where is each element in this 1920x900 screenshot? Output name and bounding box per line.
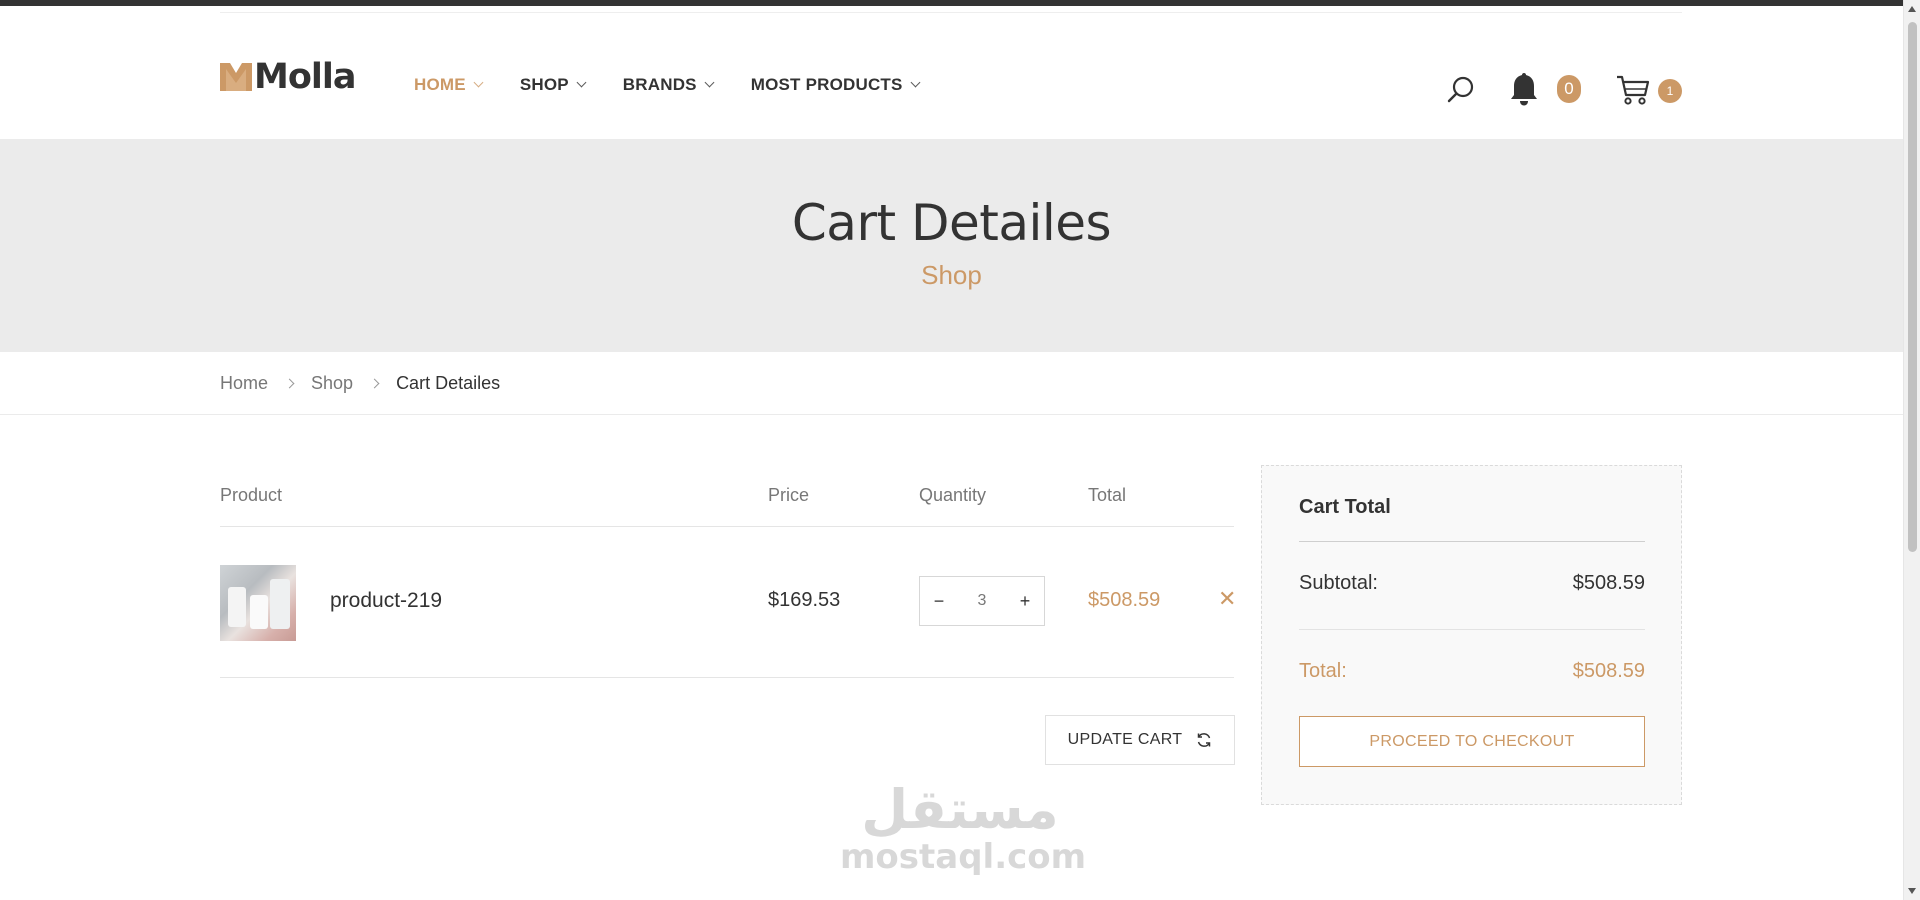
subtotal-value: $508.59 [1572, 572, 1645, 594]
cart-total-panel: Cart Total Subtotal: $508.59 Total: $508… [1261, 465, 1682, 805]
logo-link[interactable]: Molla [220, 57, 356, 97]
chevron-down-icon [910, 77, 921, 88]
column-header-product: Product [220, 485, 283, 505]
table-row: product-219 $169.53 − 3 + $508.59 ✕ [220, 527, 1236, 678]
logo-text: Molla [254, 57, 356, 97]
cart-icon[interactable] [1616, 74, 1650, 106]
logo-mark-icon [220, 63, 252, 91]
chevron-right-icon [369, 378, 380, 389]
remove-item-close-icon[interactable]: ✕ [1218, 587, 1236, 612]
nav-label: SHOP [519, 75, 569, 94]
main-nav: HOME SHOP BRANDS MOST PRODUCTS [414, 75, 957, 95]
nav-item-home[interactable]: HOME [414, 75, 484, 95]
page-title-banner: Cart Detailes Shop [0, 139, 1903, 352]
total-row: Total: $508.59 [1299, 660, 1645, 683]
row-total: $508.59 [1088, 589, 1161, 611]
breadcrumb-divider [0, 414, 1903, 415]
summary-divider [1299, 629, 1645, 630]
product-name-link[interactable]: product-219 [330, 589, 442, 613]
page-subtitle: Shop [921, 260, 982, 290]
watermark-arabic: مستقل [861, 778, 1059, 841]
site-header: Molla HOME SHOP BRANDS MOST PRODUCTS 0 1 [0, 13, 1903, 139]
breadcrumb-home[interactable]: Home [220, 373, 268, 394]
subtotal-row: Subtotal: $508.59 [1299, 572, 1645, 595]
breadcrumb: Home Shop Cart Detailes [220, 373, 500, 394]
search-icon[interactable] [1446, 75, 1476, 105]
nav-item-brands[interactable]: BRANDS [622, 75, 715, 95]
cart-total-title: Cart Total [1299, 496, 1391, 518]
page-scrollbar[interactable] [1903, 0, 1920, 900]
watermark-logo: مستقل mostaql.com [840, 778, 1087, 877]
chevron-down-icon [576, 77, 587, 88]
breadcrumb-shop[interactable]: Shop [311, 373, 353, 394]
update-cart-button[interactable]: UPDATE CART [1045, 715, 1235, 765]
scroll-thumb[interactable] [1908, 22, 1917, 552]
refresh-icon [1198, 733, 1211, 747]
nav-label: MOST PRODUCTS [750, 75, 903, 94]
column-header-price: Price [768, 485, 810, 505]
scroll-up-arrow-icon[interactable] [1908, 6, 1916, 12]
quantity-decrement-button[interactable]: − [932, 591, 946, 612]
chevron-down-icon [473, 77, 484, 88]
page-title: Cart Detailes [791, 194, 1112, 252]
scroll-down-arrow-icon[interactable] [1908, 888, 1916, 894]
quantity-stepper: − 3 + [919, 576, 1045, 626]
nav-label: BRANDS [622, 75, 697, 94]
subtotal-label: Subtotal: [1299, 572, 1378, 594]
bell-icon[interactable] [1508, 71, 1540, 107]
quantity-increment-button[interactable]: + [1018, 591, 1032, 612]
chevron-right-icon [284, 378, 295, 389]
notification-count-badge: 0 [1557, 75, 1581, 103]
nav-label: HOME [414, 75, 466, 94]
watermark-latin: mostaql.com [840, 837, 1087, 877]
product-price: $169.53 [768, 589, 841, 611]
product-image[interactable] [220, 565, 296, 641]
quantity-input[interactable]: 3 [978, 592, 987, 610]
summary-divider [1299, 541, 1645, 542]
browser-top-bar [0, 0, 1920, 6]
update-cart-label: UPDATE CART [1067, 731, 1183, 748]
total-label: Total: [1299, 660, 1347, 682]
column-header-quantity: Quantity [919, 485, 987, 505]
breadcrumb-current: Cart Detailes [396, 373, 501, 393]
nav-item-shop[interactable]: SHOP [519, 75, 587, 95]
nav-item-most-products[interactable]: MOST PRODUCTS [750, 75, 921, 95]
cart-count-badge: 1 [1658, 79, 1682, 103]
column-header-total: Total [1088, 485, 1127, 505]
proceed-to-checkout-button[interactable]: PROCEED TO CHECKOUT [1299, 716, 1645, 767]
total-value: $508.59 [1572, 660, 1645, 682]
chevron-down-icon [704, 77, 715, 88]
